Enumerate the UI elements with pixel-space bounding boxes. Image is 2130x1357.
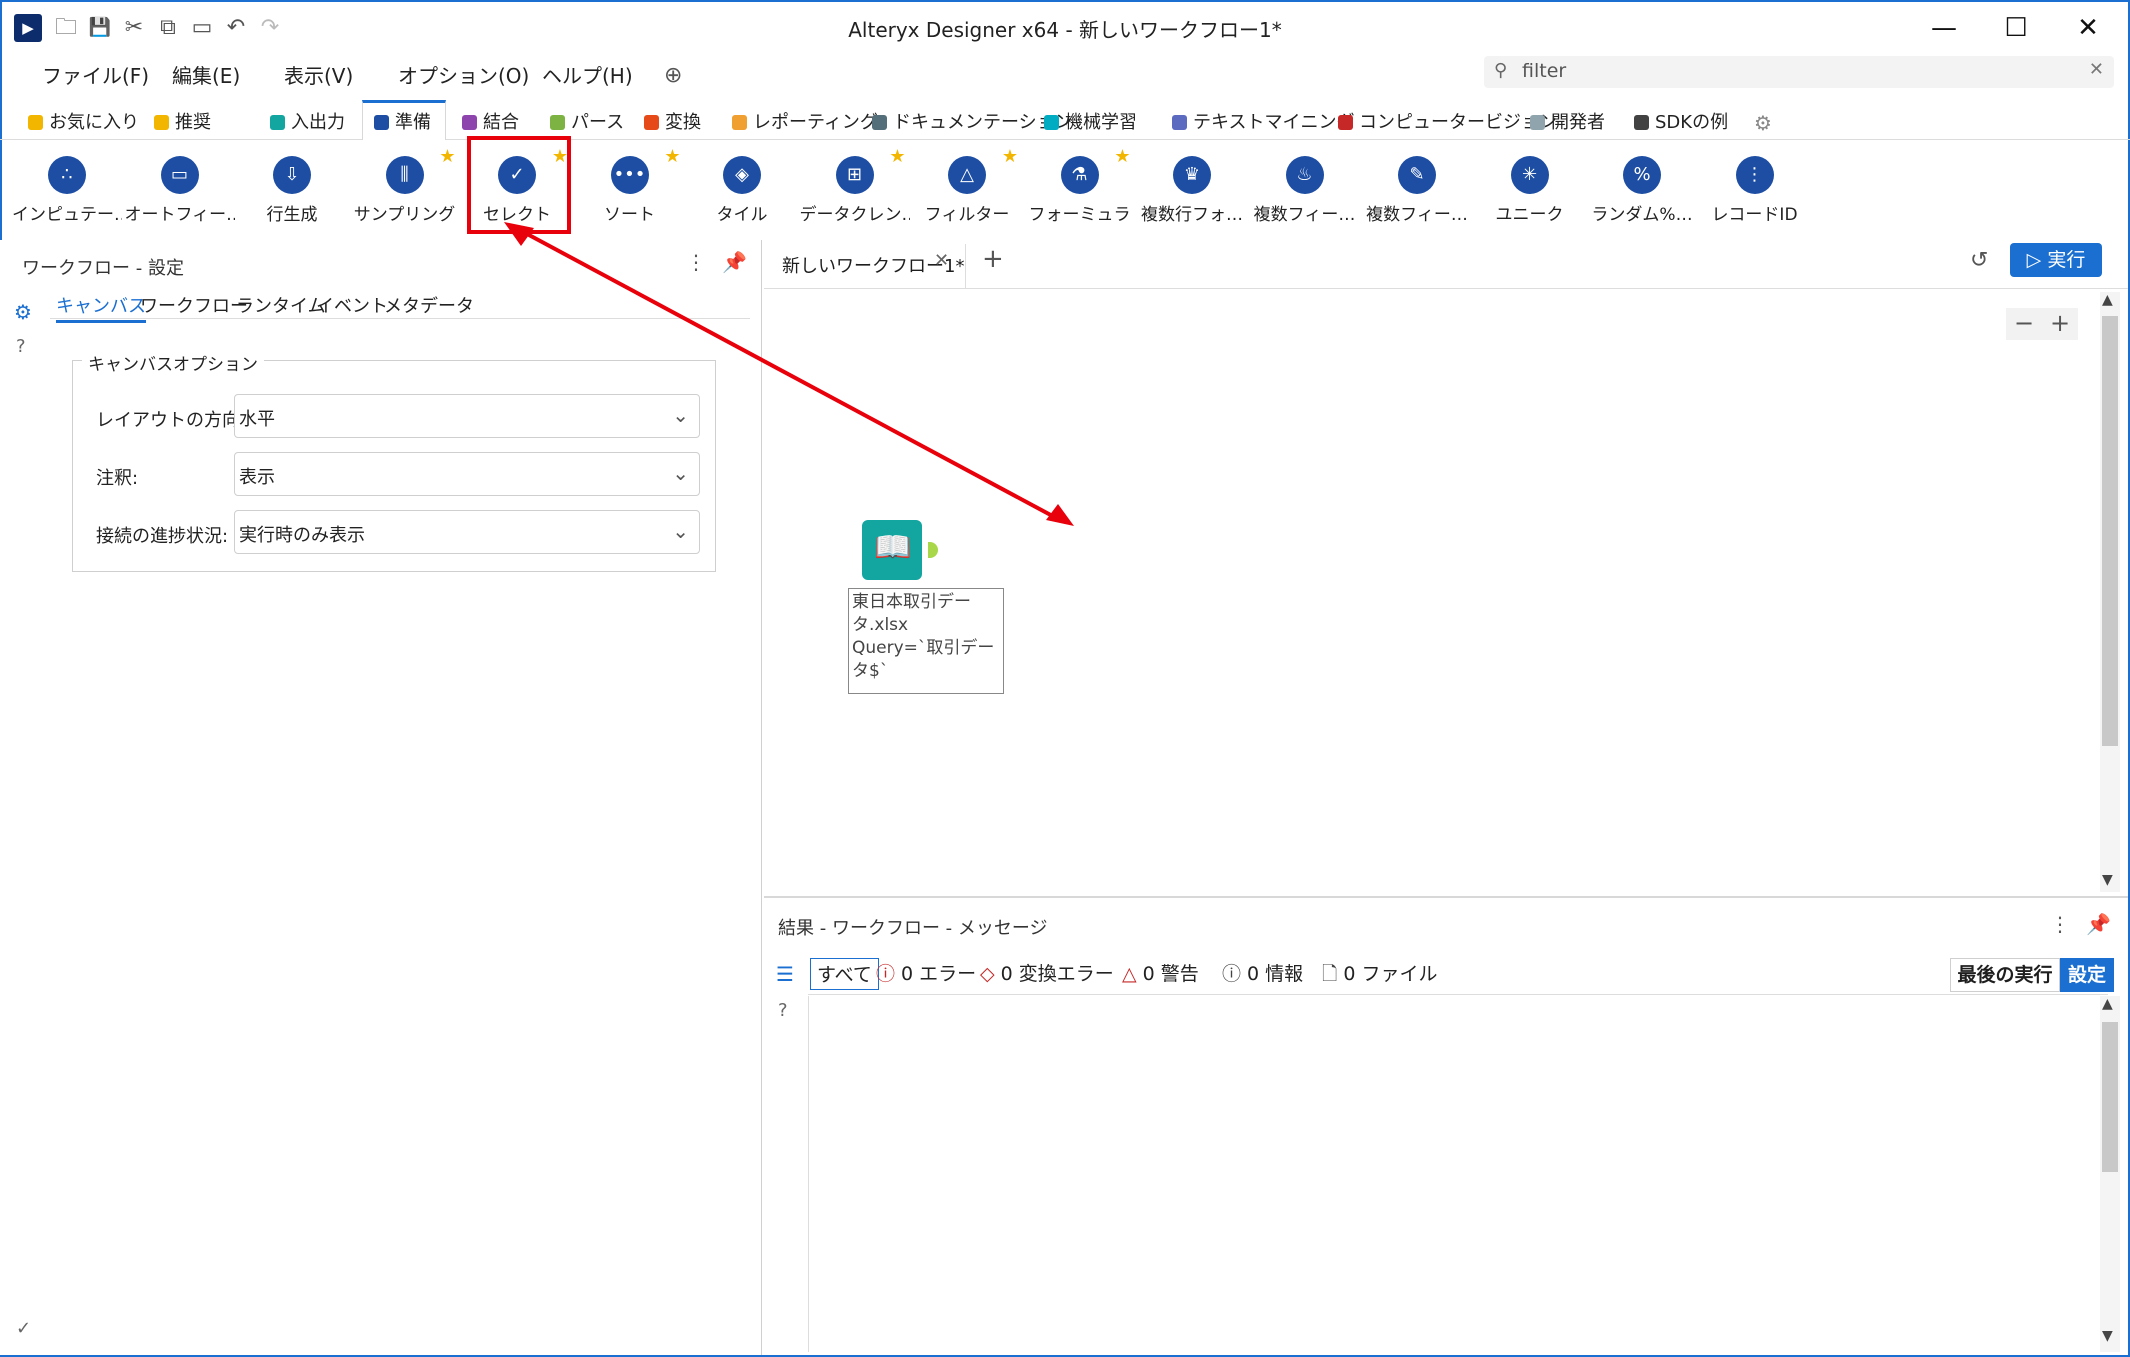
conversion-error-icon: ◇ — [980, 963, 1001, 985]
results-side-divider — [808, 996, 809, 1352]
warnings-label: 0 警告 — [1142, 963, 1199, 985]
results-pin-icon[interactable]: 📌 — [2086, 912, 2111, 936]
warning-icon: △ — [1122, 963, 1143, 985]
annotation-arrow — [504, 222, 1074, 526]
filter-conversion-errors-button[interactable]: ◇ 0 変換エラー — [980, 958, 1114, 990]
results-more-icon[interactable]: ⋮ — [2050, 912, 2070, 936]
filter-errors-button[interactable]: ⓘ 0 エラー — [876, 958, 976, 990]
filter-warnings-button[interactable]: △ 0 警告 — [1122, 958, 1199, 990]
list-icon[interactable]: ☰ — [776, 962, 794, 986]
results-header-divider — [808, 994, 2108, 995]
files-label: 0 ファイル — [1343, 963, 1438, 985]
info-icon: ⓘ — [1222, 963, 1248, 985]
error-icon: ⓘ — [876, 963, 902, 985]
results-scrollbar[interactable] — [2100, 996, 2120, 1352]
arrow-line — [515, 226, 1061, 522]
results-scrollbar-thumb[interactable] — [2102, 1022, 2118, 1172]
conversion-errors-label: 0 変換エラー — [1000, 963, 1114, 985]
filter-files-button[interactable]: 🗋 0 ファイル — [1322, 958, 1437, 990]
results-title: 結果 - ワークフロー - メッセージ — [778, 918, 1048, 939]
results-settings-button[interactable]: 設定 — [2060, 958, 2114, 992]
errors-label: 0 エラー — [901, 963, 977, 985]
arrow-head-start — [504, 222, 534, 246]
results-scroll-up-icon[interactable]: ▲ — [2102, 996, 2113, 1012]
filter-all-button[interactable]: すべて — [810, 958, 879, 990]
arrow-head-end — [1046, 504, 1074, 526]
results-help-icon[interactable]: ? — [778, 1000, 788, 1021]
results-scroll-down-icon[interactable]: ▼ — [2102, 1328, 2113, 1344]
filter-info-button[interactable]: ⓘ 0 情報 — [1222, 958, 1303, 990]
file-icon: 🗋 — [1322, 963, 1344, 985]
info-label: 0 情報 — [1247, 963, 1304, 985]
last-run-button[interactable]: 最後の実行 — [1950, 958, 2060, 992]
results-divider — [764, 896, 2128, 898]
